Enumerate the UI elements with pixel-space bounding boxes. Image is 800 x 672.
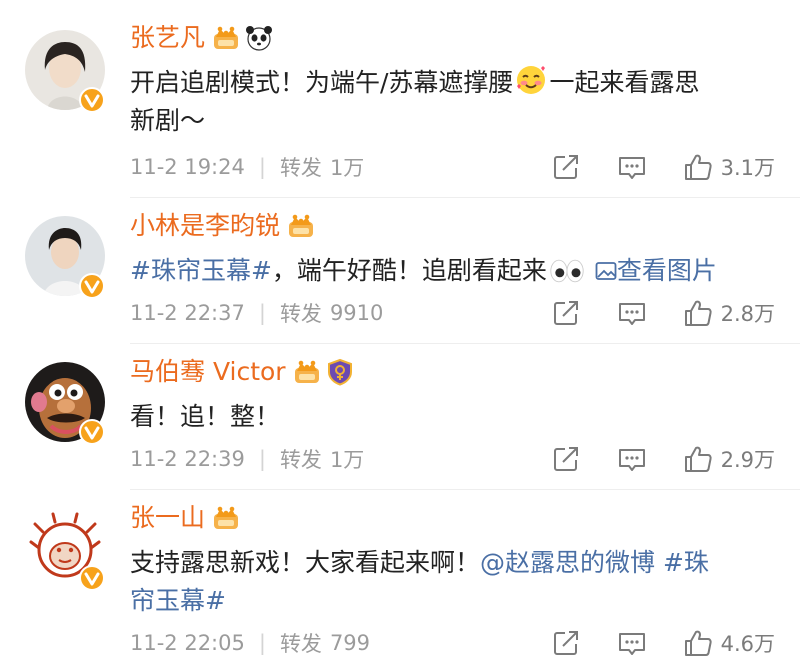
- view-image-link[interactable]: 查看图片: [595, 256, 717, 285]
- comment-date: 11-2 22:05: [130, 631, 245, 655]
- comment-text: 开启追剧模式！为端午/苏幕遮撑腰 一起来看露思新剧～: [130, 64, 780, 140]
- comment-text-part: 一起来看露思: [549, 68, 700, 97]
- comment-icon[interactable]: [617, 152, 647, 182]
- comment-item: 小林是李昀锐 #珠帘玉幕#，端午好酷！追剧看起来 查看图片 11-2 22:37…: [0, 198, 800, 343]
- like-count: 2.9万: [720, 448, 775, 472]
- comment-icon[interactable]: [617, 444, 647, 474]
- repost-label[interactable]: 转发: [280, 444, 322, 474]
- crown-icon: [292, 359, 322, 385]
- repost-count: 9910: [329, 301, 384, 325]
- comment-text-part: 支持露思新戏！大家看起来啊！: [130, 548, 481, 577]
- blush-emoji-icon: [515, 64, 547, 96]
- comment-text-part: ，端午好酷！追剧看起来: [271, 256, 547, 285]
- like-count: 4.6万: [720, 632, 775, 656]
- crown-icon: [211, 505, 241, 531]
- like-icon[interactable]: [683, 298, 713, 328]
- view-image-label: 查看图片: [616, 256, 717, 285]
- verified-icon: [79, 419, 105, 445]
- hashtag-link[interactable]: #珠帘玉幕#: [130, 256, 272, 285]
- repost-count: 1万: [329, 156, 365, 180]
- verified-icon: [79, 273, 105, 299]
- comment-text: 支持露思新戏！大家看起来啊！@赵露思的微博 #珠帘玉幕#: [130, 544, 780, 620]
- like-icon[interactable]: [683, 152, 713, 182]
- comment-date: 11-2 22:37: [130, 301, 245, 325]
- share-icon[interactable]: [551, 152, 581, 182]
- share-icon[interactable]: [551, 628, 581, 658]
- comment-actions: 2.8万: [551, 295, 775, 331]
- like-icon[interactable]: [683, 628, 713, 658]
- comment-text-part: 新剧～: [130, 106, 206, 135]
- share-icon[interactable]: [551, 444, 581, 474]
- share-icon[interactable]: [551, 298, 581, 328]
- username[interactable]: 马伯骞 Victor: [130, 354, 286, 390]
- comment-item: 张艺凡 开启追剧模式！为端午/苏幕遮撑腰 一起来看露思新剧～ 11-2 19:24…: [0, 0, 800, 195]
- username[interactable]: 小林是李昀锐: [130, 208, 280, 244]
- meta-separator: |: [258, 301, 266, 325]
- comment-date: 11-2 19:24: [130, 155, 245, 179]
- comment-text-part: 看！追！整！: [130, 402, 281, 431]
- verified-icon: [79, 87, 105, 113]
- like-icon[interactable]: [683, 444, 713, 474]
- verified-icon: [79, 565, 105, 591]
- comment-actions: 4.6万: [551, 625, 775, 661]
- hashtag-link[interactable]: #珠: [663, 548, 709, 577]
- comment-date: 11-2 22:39: [130, 447, 245, 471]
- username[interactable]: 张一山: [130, 500, 205, 536]
- eyes-emoji-icon: [549, 258, 585, 284]
- crown-icon: [211, 25, 241, 51]
- comment-text: #珠帘玉幕#，端午好酷！追剧看起来 查看图片: [130, 252, 780, 290]
- crown-icon: [286, 213, 316, 239]
- like-count: 3.1万: [720, 156, 775, 180]
- repost-count: 799: [329, 631, 371, 655]
- mention-link[interactable]: @赵露思的微博: [480, 548, 655, 577]
- comment-text-part: 开启追剧模式！为端午/苏幕遮撑腰: [130, 68, 514, 97]
- panda-icon: [246, 26, 273, 51]
- meta-separator: |: [258, 447, 266, 471]
- repost-label[interactable]: 转发: [280, 152, 322, 182]
- like-count: 2.8万: [720, 302, 775, 326]
- comment-item: 张一山 支持露思新戏！大家看起来啊！@赵露思的微博 #珠帘玉幕# 11-2 22…: [0, 490, 800, 672]
- username-row: 张艺凡: [130, 20, 273, 56]
- username-row: 张一山: [130, 500, 241, 536]
- comment-text: 看！追！整！: [130, 398, 780, 436]
- shield-badge-icon: [327, 358, 352, 386]
- hashtag-link-continued[interactable]: 帘玉幕#: [130, 586, 226, 615]
- repost-count: 1万: [329, 448, 365, 472]
- meta-separator: |: [258, 631, 266, 655]
- comment-actions: 3.1万: [551, 149, 775, 185]
- image-icon: [595, 262, 617, 280]
- repost-label[interactable]: 转发: [280, 298, 322, 328]
- comment-icon[interactable]: [617, 628, 647, 658]
- comment-item: 马伯骞 Victor 看！追！整！ 11-2 22:39 | 转发 1万 2.9…: [0, 344, 800, 489]
- comment-icon[interactable]: [617, 298, 647, 328]
- meta-separator: |: [258, 155, 266, 179]
- comment-actions: 2.9万: [551, 441, 775, 477]
- username-row: 小林是李昀锐: [130, 208, 316, 244]
- repost-label[interactable]: 转发: [280, 628, 322, 658]
- username-row: 马伯骞 Victor: [130, 354, 354, 390]
- username[interactable]: 张艺凡: [130, 20, 205, 56]
